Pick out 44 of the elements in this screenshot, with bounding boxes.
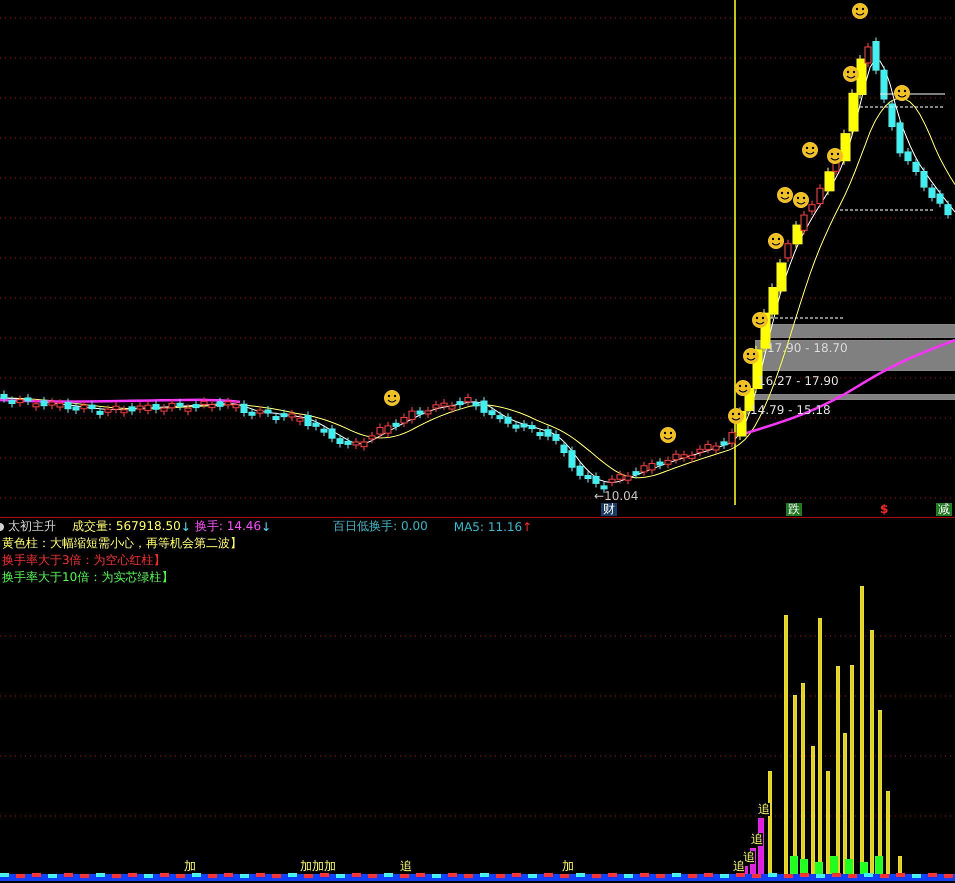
signal-marker: 减 <box>936 503 952 516</box>
candlestick <box>792 220 802 248</box>
signal-marker: 跌 <box>786 503 802 516</box>
volume-signal-label: 追 <box>743 851 755 864</box>
signal-marker: 财 <box>601 503 617 516</box>
candlestick <box>768 283 778 319</box>
legend-text: 黄色柱：大幅缩短需小心，再等机会第二波】 <box>1 535 243 552</box>
smiley-icon <box>793 192 809 208</box>
legend-text: 换手率大于10倍：为实芯绿柱】 <box>1 569 174 586</box>
smiley-icon <box>735 380 751 396</box>
volume-signal-label: 追 <box>758 803 770 816</box>
legend-text: 换手率大于3倍：为空心红柱】 <box>1 552 167 569</box>
signal-marker: $ <box>879 503 890 516</box>
trend-arrow: ↑ <box>522 520 532 534</box>
smiley-icon <box>768 233 784 249</box>
smiley-icon <box>660 427 676 443</box>
volume-signal-label: 追 <box>400 860 412 873</box>
indicator-name: 太初主升 <box>8 518 57 535</box>
volume-signal-label: 加 <box>562 860 574 873</box>
volume-signal-label: 加 <box>184 860 196 873</box>
smiley-icon <box>827 148 843 164</box>
smiley-icon <box>894 85 910 101</box>
smiley-icon <box>752 312 768 328</box>
low-price-label: ←10.04 <box>594 490 638 503</box>
indicator-value: 换手: 14.46 <box>194 518 262 535</box>
volume-signal-label: 加 <box>312 860 324 873</box>
smiley-icon <box>852 3 868 19</box>
candlestick <box>824 167 834 196</box>
smiley-icon <box>802 142 818 158</box>
smiley-icon <box>384 390 400 406</box>
trend-arrow: ↓ <box>180 520 191 534</box>
trend-arrow: ↓ <box>261 520 272 534</box>
smiley-icon <box>843 66 859 82</box>
volume-signal-label: 追 <box>751 833 763 846</box>
candlestick <box>848 88 858 136</box>
smiley-icon <box>777 187 793 203</box>
smiley-icon <box>728 408 744 424</box>
indicator-value: MA5: 11.16 <box>454 520 522 534</box>
volume-signal-label: 加 <box>300 860 312 873</box>
smiley-icon <box>743 348 759 364</box>
indicator-value: 百日低换手: 0.00 <box>333 518 428 535</box>
indicator-value: 成交量: 567918.50 <box>72 518 181 535</box>
volume-signal-label: 加 <box>324 860 336 873</box>
volume-signal-label: 追 <box>733 860 745 873</box>
